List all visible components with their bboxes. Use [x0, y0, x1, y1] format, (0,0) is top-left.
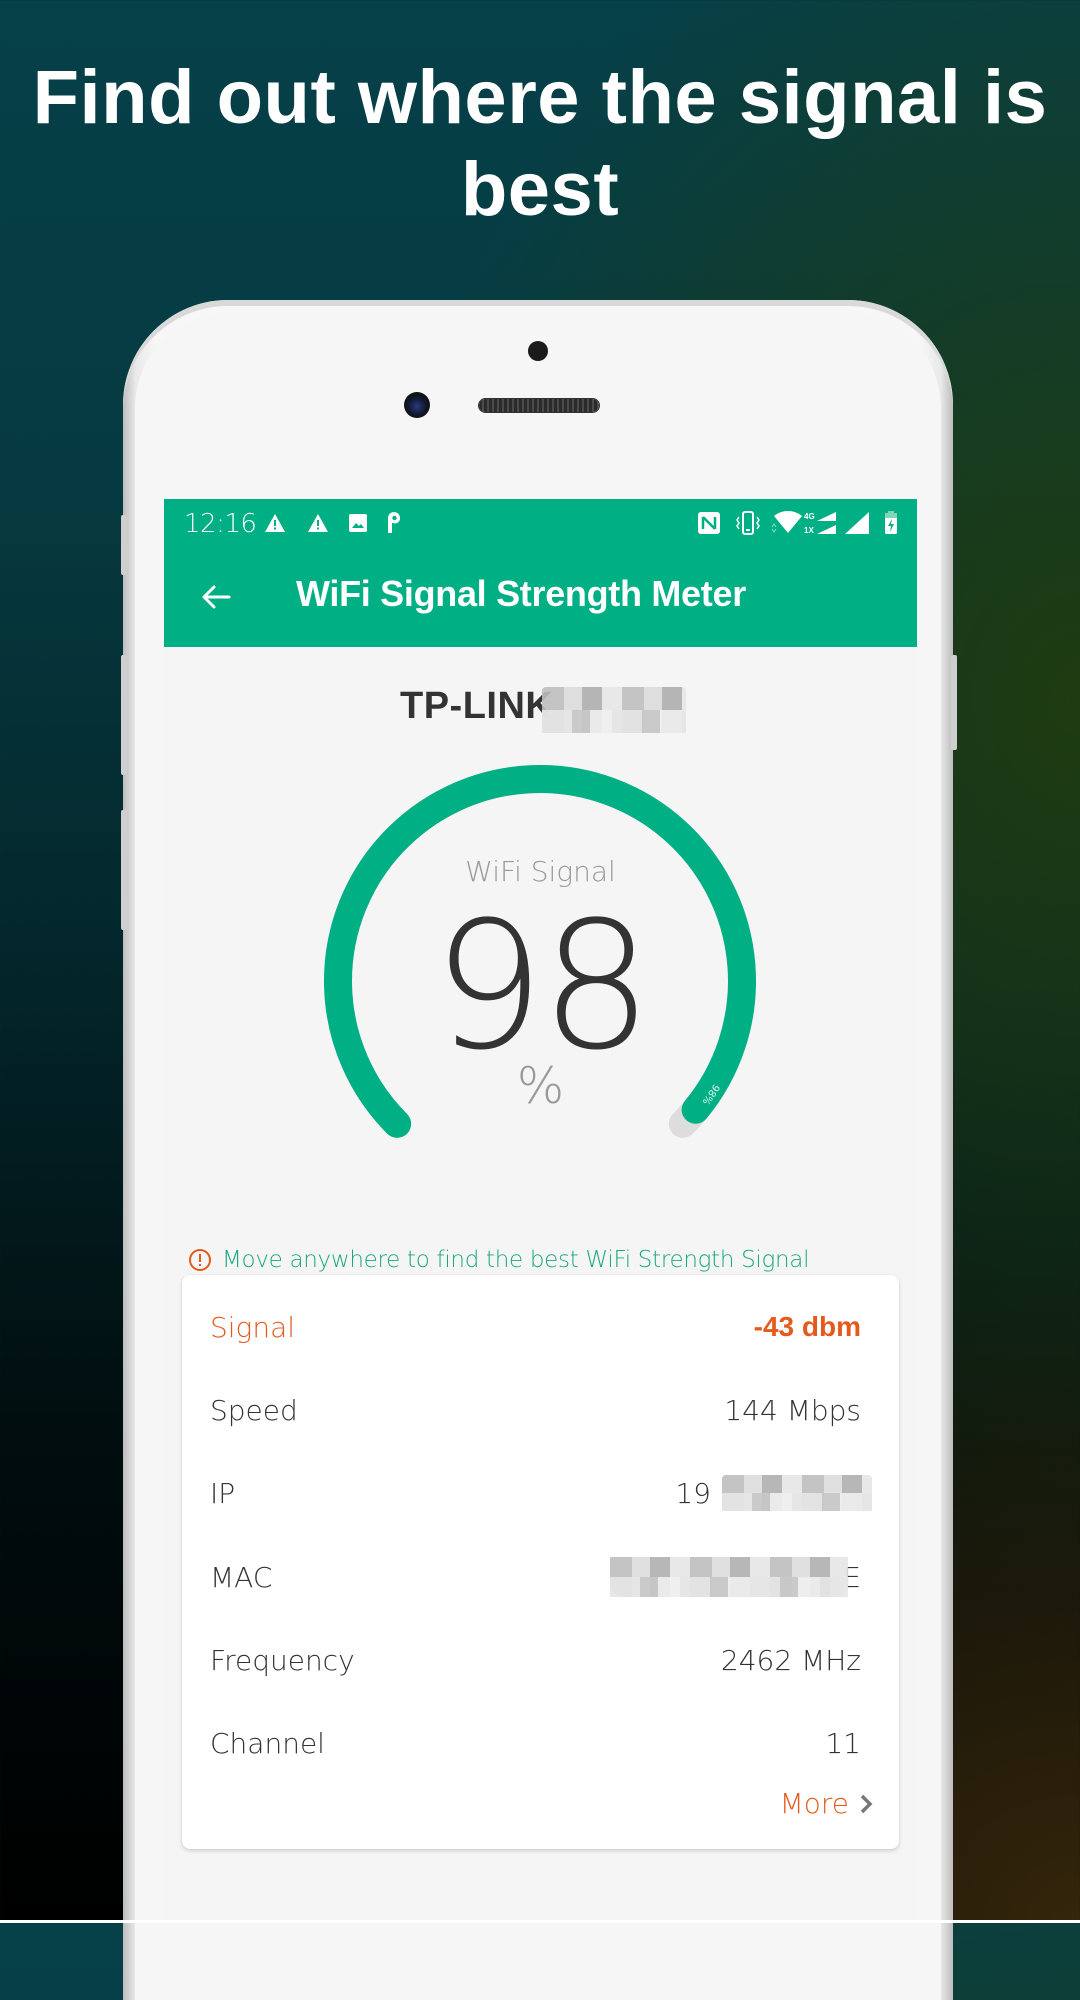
image-icon — [348, 511, 368, 535]
phone-earpiece — [479, 399, 599, 412]
detail-key: MAC — [210, 1560, 273, 1594]
phone-front-camera — [404, 392, 430, 418]
detail-row-channel: Channel 11 — [210, 1723, 861, 1763]
mac-redaction — [610, 1557, 848, 1597]
detail-value: -43 dbm — [753, 1311, 861, 1342]
detail-key: Channel — [210, 1726, 325, 1760]
ssid-redaction — [542, 687, 686, 733]
alert-circle-icon — [189, 1249, 211, 1271]
nfc-icon — [697, 511, 721, 535]
status-time: 12:16 — [184, 509, 257, 539]
phone-sensor — [528, 341, 548, 361]
wifi-icon — [770, 511, 804, 535]
arrow-left-icon — [202, 585, 231, 609]
phone-volume-button — [121, 810, 127, 930]
details-card: Signal -43 dbm Speed 144 Mbps IP 19 MAC … — [182, 1275, 899, 1849]
network-label-4g: 4G — [804, 512, 815, 521]
detail-value: 144 Mbps — [724, 1393, 861, 1427]
app-screen: 12:16 4G 1X WiFi Signal Strength Meter T… — [164, 499, 917, 1923]
hint-message: Move anywhere to find the best WiFi Stre… — [188, 1247, 809, 1273]
phone-side-button — [121, 515, 127, 575]
detail-value: 11 — [825, 1726, 861, 1760]
app-title: WiFi Signal Strength Meter — [296, 573, 746, 614]
detail-key: Frequency — [210, 1643, 355, 1677]
hint-text: Move anywhere to find the best WiFi Stre… — [222, 1247, 810, 1273]
detail-value: 2462 MHz — [720, 1643, 861, 1677]
cell-signal-icon — [844, 511, 870, 535]
detail-key: IP — [210, 1476, 236, 1510]
phone-volume-button — [121, 655, 127, 775]
vibrate-icon — [734, 511, 762, 535]
signal-4g-1x-icon: 4G 1X — [804, 511, 838, 535]
detail-key: Signal — [210, 1310, 296, 1344]
detail-row-speed: Speed 144 Mbps — [210, 1390, 861, 1430]
network-ssid: TP-LINK — [400, 685, 554, 727]
network-label-1x: 1X — [804, 526, 814, 535]
parking-icon — [386, 511, 402, 535]
promo-headline: Find out where the signal is best — [0, 52, 1080, 236]
app-bar: 12:16 4G 1X WiFi Signal Strength Meter — [164, 499, 917, 647]
headline-line-1: Find out where the signal is — [32, 55, 1048, 140]
back-button[interactable] — [194, 575, 238, 619]
more-label: More — [779, 1787, 849, 1820]
detail-row-frequency: Frequency 2462 MHz — [210, 1640, 861, 1680]
chevron-right-icon — [860, 1794, 873, 1813]
warning-icon — [307, 511, 329, 535]
headline-line-2: best — [460, 147, 620, 232]
detail-row-signal: Signal -43 dbm — [210, 1307, 861, 1347]
battery-charging-icon — [884, 511, 898, 535]
phone-power-button — [951, 655, 957, 750]
gauge-unit: % — [516, 1057, 565, 1115]
detail-key: Speed — [210, 1393, 298, 1427]
warning-icon — [264, 511, 286, 535]
status-bar: 12:16 4G 1X — [164, 499, 917, 547]
more-button[interactable]: More — [780, 1787, 873, 1820]
ip-redaction — [722, 1475, 872, 1511]
